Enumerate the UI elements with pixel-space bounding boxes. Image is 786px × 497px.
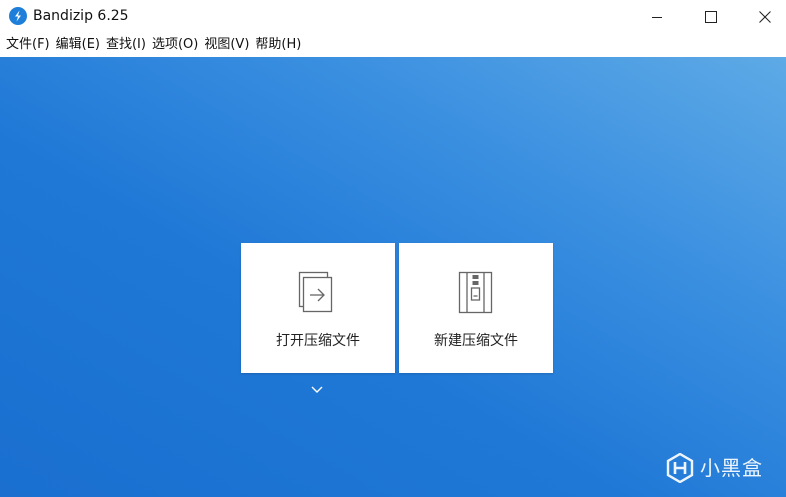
window-title: Bandizip 6.25 [33, 8, 129, 24]
open-archive-label: 打开压缩文件 [276, 333, 360, 349]
new-archive-button[interactable]: 新建压缩文件 [399, 243, 553, 373]
title-bar: Bandizip 6.25 [0, 0, 786, 33]
menu-help[interactable]: 帮助(H) [253, 33, 305, 57]
close-button[interactable] [740, 0, 786, 33]
menu-options[interactable]: 选项(O) [150, 33, 202, 57]
close-icon [759, 10, 771, 23]
maximize-button[interactable] [686, 0, 736, 33]
watermark-text: 小黑盒 [700, 456, 763, 480]
maximize-icon [705, 10, 717, 23]
main-content: 打开压缩文件 新建压缩文件 小黑盒 [0, 57, 786, 497]
minimize-button[interactable] [632, 0, 682, 33]
menu-edit[interactable]: 编辑(E) [54, 33, 104, 57]
open-archive-icon [298, 271, 333, 313]
expand-button[interactable] [309, 381, 325, 393]
minimize-icon [652, 16, 662, 18]
menu-find[interactable]: 查找(I) [104, 33, 150, 57]
menu-file[interactable]: 文件(F) [4, 33, 54, 57]
new-archive-label: 新建压缩文件 [434, 333, 518, 349]
menu-bar: 文件(F) 编辑(E) 查找(I) 选项(O) 视图(V) 帮助(H) [0, 33, 786, 57]
open-archive-button[interactable]: 打开压缩文件 [241, 243, 395, 373]
chevron-down-icon [311, 386, 323, 393]
bandizip-logo-icon [9, 7, 27, 25]
menu-view[interactable]: 视图(V) [202, 33, 253, 57]
new-archive-icon [458, 271, 493, 314]
watermark: 小黑盒 [666, 451, 776, 485]
xiaoheihe-logo-icon [666, 453, 694, 483]
